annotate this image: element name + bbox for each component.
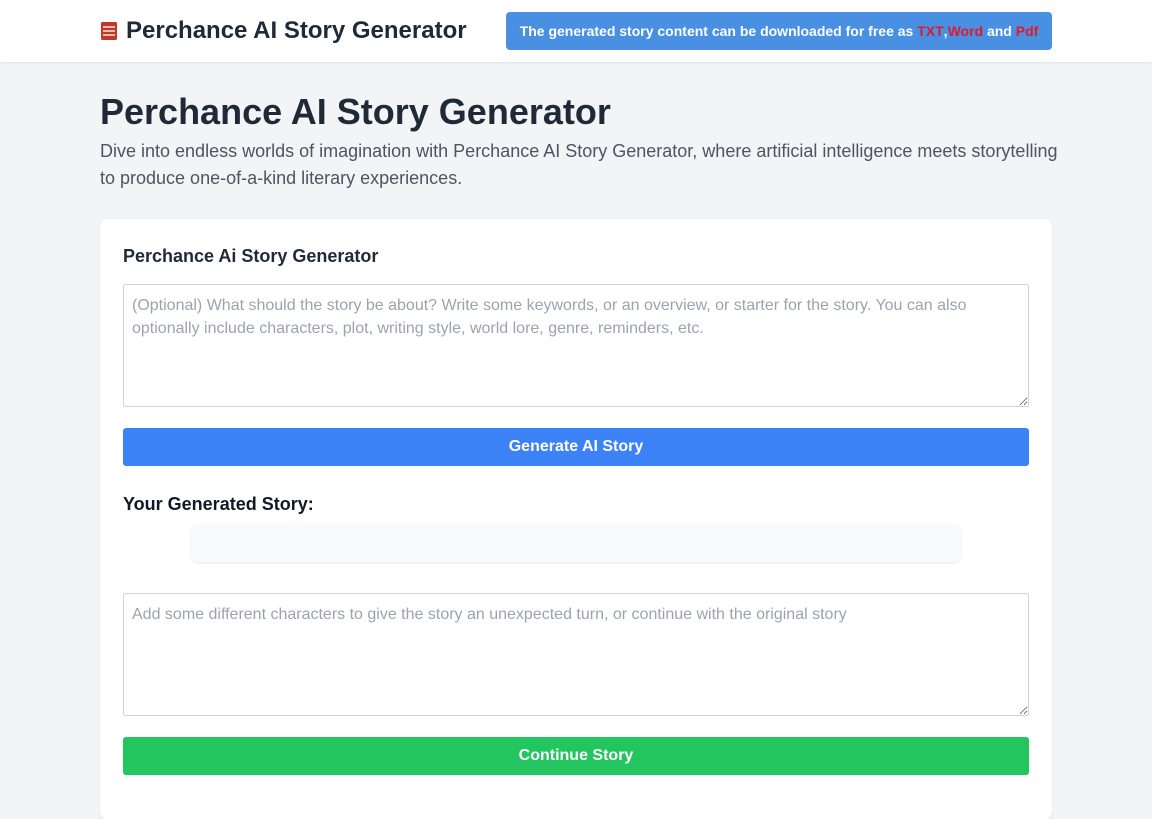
generated-story-output: [192, 524, 960, 562]
download-banner: The generated story content can be downl…: [506, 12, 1052, 50]
book-icon: [100, 21, 118, 41]
hero: Perchance AI Story Generator Dive into e…: [100, 92, 1060, 192]
story-prompt-input[interactable]: [123, 284, 1029, 407]
banner-text: The generated story content can be downl…: [519, 23, 918, 39]
page-description: Dive into endless worlds of imagination …: [100, 141, 1058, 188]
page-title: Perchance AI Story Generator: [100, 91, 611, 132]
generate-story-button[interactable]: Generate AI Story: [123, 428, 1029, 466]
continue-story-button[interactable]: Continue Story: [123, 737, 1029, 775]
continue-story-input[interactable]: [123, 593, 1029, 716]
brand[interactable]: Perchance AI Story Generator: [100, 17, 467, 45]
format-txt: TXT: [917, 23, 944, 39]
top-bar: Perchance AI Story Generator The generat…: [0, 0, 1152, 62]
banner-conjunction: and: [983, 23, 1016, 39]
format-pdf: Pdf: [1015, 23, 1039, 39]
generator-title: Perchance Ai Story Generator: [123, 246, 379, 266]
format-word: Word: [947, 23, 984, 39]
brand-name: Perchance AI Story Generator: [126, 17, 467, 44]
generated-story-heading: Your Generated Story:: [123, 494, 314, 514]
generator-card: Perchance Ai Story Generator Generate AI…: [100, 219, 1052, 819]
